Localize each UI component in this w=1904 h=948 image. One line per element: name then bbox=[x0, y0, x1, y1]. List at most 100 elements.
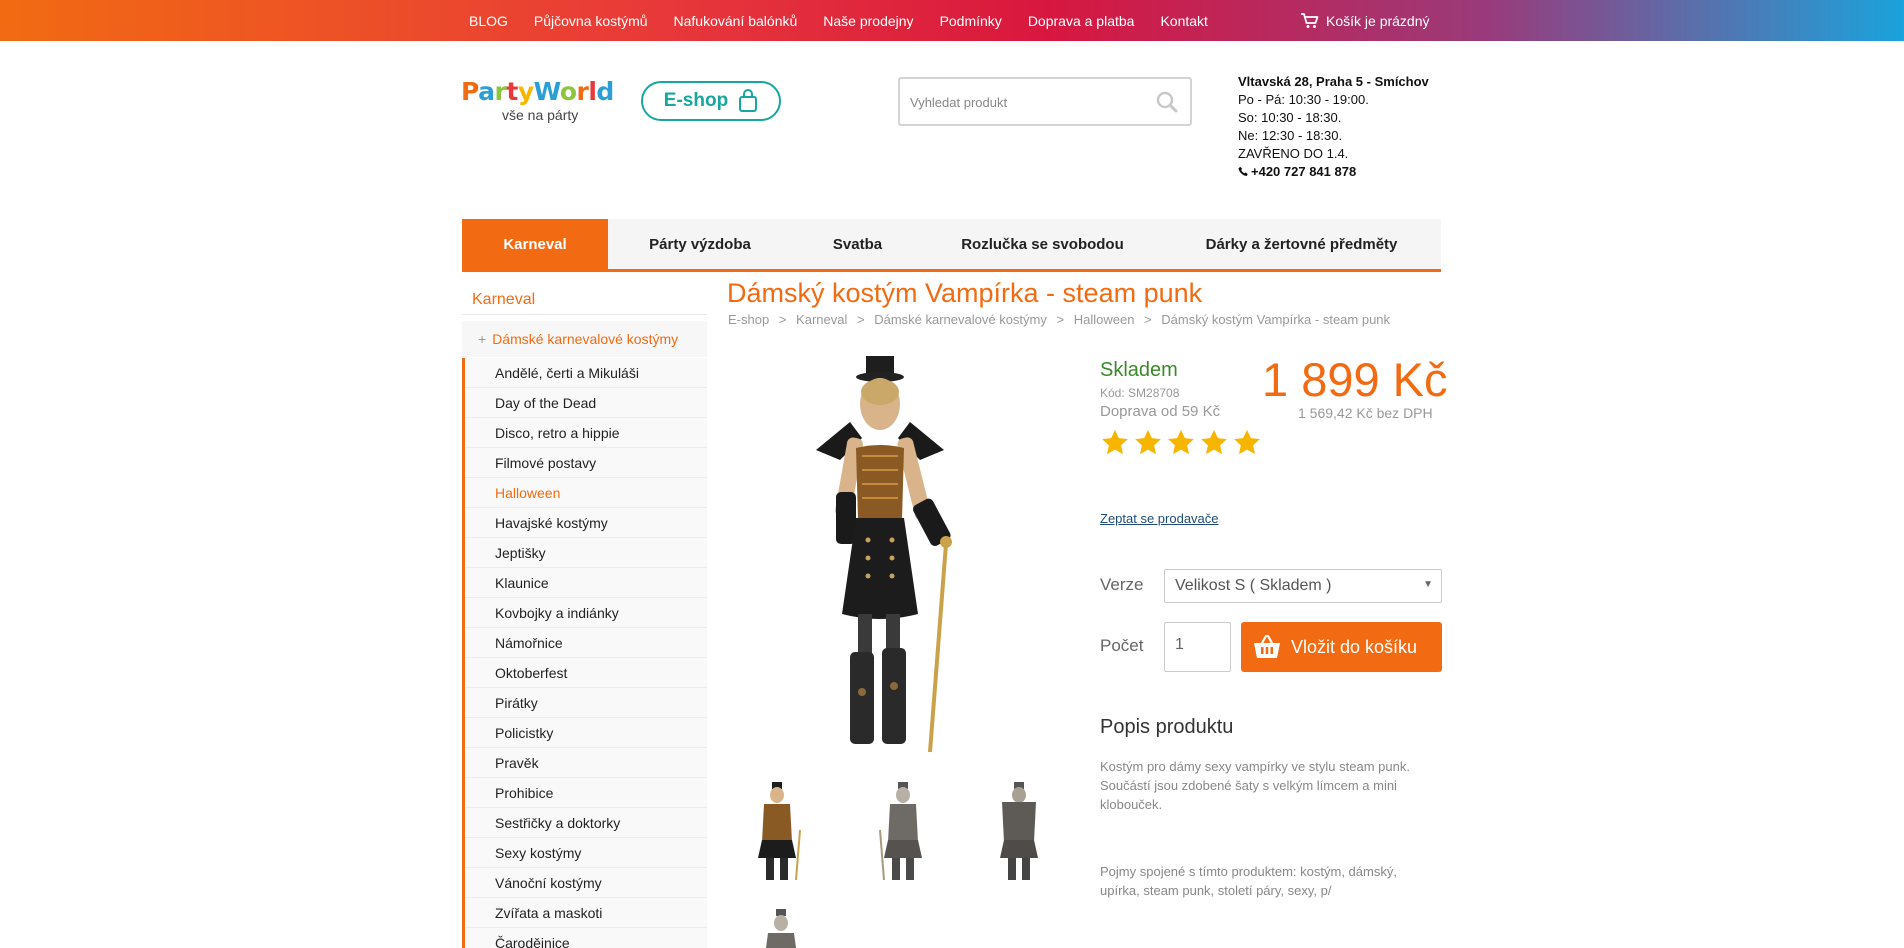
top-nav: BLOG Půjčovna kostýmů Nafukování balónků… bbox=[469, 0, 1234, 41]
basket-icon bbox=[1254, 634, 1280, 658]
sidebar-item[interactable]: Jeptišky bbox=[465, 538, 707, 568]
store-closed-notice: ZAVŘENO DO 1.4. bbox=[1238, 146, 1349, 161]
stock-status: Skladem bbox=[1100, 359, 1178, 381]
top-nav-contact[interactable]: Kontakt bbox=[1160, 13, 1207, 29]
breadcrumb-separator: > bbox=[1056, 312, 1065, 327]
rating-stars[interactable] bbox=[1100, 428, 1265, 458]
sidebar-item[interactable]: Námořnice bbox=[465, 628, 707, 658]
sidebar-item[interactable]: Day of the Dead bbox=[465, 388, 707, 418]
version-label: Verze bbox=[1100, 575, 1144, 594]
product-code: Kód: SM28708 bbox=[1100, 386, 1180, 400]
top-nav-shipping[interactable]: Doprava a platba bbox=[1028, 13, 1135, 29]
sidebar-list: Andělé, čerti a Mikuláši Day of the Dead… bbox=[462, 358, 707, 948]
top-nav-blog[interactable]: BLOG bbox=[469, 13, 508, 29]
main-nav-wedding[interactable]: Svatba bbox=[792, 219, 923, 269]
cart-icon bbox=[1301, 12, 1319, 28]
breadcrumb: E-shop > Karneval > Dámské karnevalové k… bbox=[728, 312, 1396, 327]
top-nav-terms[interactable]: Podmínky bbox=[940, 13, 1002, 29]
sidebar-item[interactable]: Pravěk bbox=[465, 748, 707, 778]
breadcrumb-separator: > bbox=[778, 312, 787, 327]
quantity-input[interactable] bbox=[1165, 623, 1225, 667]
cart-label: Košík je prázdný bbox=[1326, 12, 1430, 29]
sidebar-item[interactable]: Sexy kostýmy bbox=[465, 838, 707, 868]
plus-icon: + bbox=[478, 331, 487, 347]
top-bar: BLOG Půjčovna kostýmů Nafukování balónků… bbox=[0, 0, 1904, 41]
sidebar-item[interactable]: Čarodějnice bbox=[465, 928, 707, 948]
store-hours-sunday: Ne: 12:30 - 18:30. bbox=[1238, 128, 1343, 143]
price-without-vat: 1 569,42 Kč bez DPH bbox=[1298, 405, 1433, 421]
sidebar-category-label: Dámské karnevalové kostýmy bbox=[492, 331, 679, 347]
add-to-cart-button[interactable]: Vložit do košíku bbox=[1241, 622, 1442, 672]
breadcrumb-karneval[interactable]: Karneval bbox=[796, 312, 847, 327]
related-terms: Pojmy spojené s tímto produktem: kostým,… bbox=[1100, 864, 1397, 898]
main-nav-gifts[interactable]: Dárky a žertovné předměty bbox=[1162, 219, 1441, 269]
sidebar-item[interactable]: Zvířata a maskoti bbox=[465, 898, 707, 928]
sidebar-item-active[interactable]: Halloween bbox=[465, 478, 707, 508]
main-nav: Karneval Párty výzdoba Svatba Rozlučka s… bbox=[462, 219, 1441, 272]
product-thumbnail[interactable] bbox=[982, 780, 1054, 882]
description-text: Kostým pro dámy sexy vampírky ve stylu s… bbox=[1100, 759, 1410, 812]
phone-icon bbox=[1238, 166, 1248, 176]
breadcrumb-halloween[interactable]: Halloween bbox=[1074, 312, 1135, 327]
store-hours-weekday: Po - Pá: 10:30 - 19:00. bbox=[1238, 92, 1369, 107]
eshop-button[interactable]: E-shop bbox=[641, 81, 781, 121]
top-nav-costume-rental[interactable]: Půjčovna kostýmů bbox=[534, 13, 648, 29]
product-thumbnail[interactable] bbox=[866, 780, 938, 882]
sidebar-item[interactable]: Policistky bbox=[465, 718, 707, 748]
star-icon[interactable] bbox=[1166, 428, 1196, 458]
main-nav-karneval[interactable]: Karneval bbox=[462, 219, 608, 269]
main-nav-party-decor[interactable]: Párty výzdoba bbox=[608, 219, 792, 269]
sidebar-item[interactable]: Prohibice bbox=[465, 778, 707, 808]
store-phone-number: +420 727 841 878 bbox=[1251, 164, 1357, 179]
breadcrumb-separator: > bbox=[1144, 312, 1152, 327]
search-box bbox=[898, 77, 1192, 126]
partyworld-logo[interactable]: PartyWorld vše na párty bbox=[461, 78, 631, 128]
product-title: Dámský kostým Vampírka - steam punk bbox=[727, 278, 1203, 308]
search-icon[interactable] bbox=[1156, 91, 1178, 113]
sidebar-item[interactable]: Vánoční kostýmy bbox=[465, 868, 707, 898]
cart-link[interactable]: Košík je prázdný bbox=[1300, 0, 1430, 41]
add-to-cart-label: Vložit do košíku bbox=[1291, 636, 1418, 657]
star-icon[interactable] bbox=[1133, 428, 1163, 458]
star-icon[interactable] bbox=[1199, 428, 1229, 458]
sidebar-item[interactable]: Klaunice bbox=[465, 568, 707, 598]
star-icon[interactable] bbox=[1232, 428, 1262, 458]
sidebar-item[interactable]: Oktoberfest bbox=[465, 658, 707, 688]
breadcrumb-category[interactable]: Dámské karnevalové kostýmy bbox=[874, 312, 1047, 327]
store-hours-saturday: So: 10:30 - 18:30. bbox=[1238, 110, 1342, 125]
quantity-label: Počet bbox=[1100, 636, 1144, 655]
breadcrumb-separator: > bbox=[856, 312, 865, 327]
chevron-down-icon: ▼ bbox=[1423, 579, 1433, 590]
top-nav-stores[interactable]: Naše prodejny bbox=[823, 13, 913, 29]
sidebar-item[interactable]: Pirátky bbox=[465, 688, 707, 718]
shipping-info: Doprava od 59 Kč bbox=[1100, 403, 1221, 420]
sidebar-item[interactable]: Havajské kostýmy bbox=[465, 508, 707, 538]
logo-wordmark: PartyWorld bbox=[461, 77, 614, 106]
store-phone[interactable]: +420 727 841 878 bbox=[1238, 163, 1429, 181]
sidebar-item[interactable]: Kovbojky a indiánky bbox=[465, 598, 707, 628]
store-address: Vltavská 28, Praha 5 - Smíchov bbox=[1238, 74, 1429, 89]
sidebar-title[interactable]: Karneval bbox=[462, 285, 707, 315]
product-main-image[interactable] bbox=[758, 352, 1008, 758]
shopping-bag-icon bbox=[739, 89, 758, 112]
category-sidebar: Karneval + Dámské karnevalové kostýmy An… bbox=[462, 285, 707, 948]
version-select[interactable]: Velikost S ( Skladem ) ▼ bbox=[1164, 569, 1442, 603]
sidebar-item[interactable]: Sestřičky a doktorky bbox=[465, 808, 707, 838]
breadcrumb-eshop[interactable]: E-shop bbox=[728, 312, 769, 327]
sidebar-item[interactable]: Disco, retro a hippie bbox=[465, 418, 707, 448]
description-heading: Popis produktu bbox=[1100, 716, 1234, 738]
ask-seller-link[interactable]: Zeptat se prodavače bbox=[1100, 511, 1219, 526]
top-nav-balloons[interactable]: Nafukování balónků bbox=[674, 13, 798, 29]
sidebar-category[interactable]: + Dámské karnevalové kostýmy bbox=[462, 321, 707, 357]
sidebar-item[interactable]: Andělé, čerti a Mikuláši bbox=[465, 358, 707, 388]
product-price: 1 899 Kč bbox=[1262, 353, 1448, 406]
version-select-value: Velikost S ( Skladem ) bbox=[1175, 577, 1332, 594]
product-thumbnail[interactable] bbox=[756, 905, 828, 948]
sidebar-item[interactable]: Filmové postavy bbox=[465, 448, 707, 478]
store-info: Vltavská 28, Praha 5 - Smíchov Po - Pá: … bbox=[1238, 73, 1429, 181]
product-thumbnail[interactable] bbox=[740, 780, 812, 882]
main-nav-bachelor[interactable]: Rozlučka se svobodou bbox=[923, 219, 1162, 269]
star-icon[interactable] bbox=[1100, 428, 1130, 458]
breadcrumb-current: Dámský kostým Vampírka - steam punk bbox=[1161, 312, 1391, 327]
search-input[interactable] bbox=[910, 92, 1140, 112]
